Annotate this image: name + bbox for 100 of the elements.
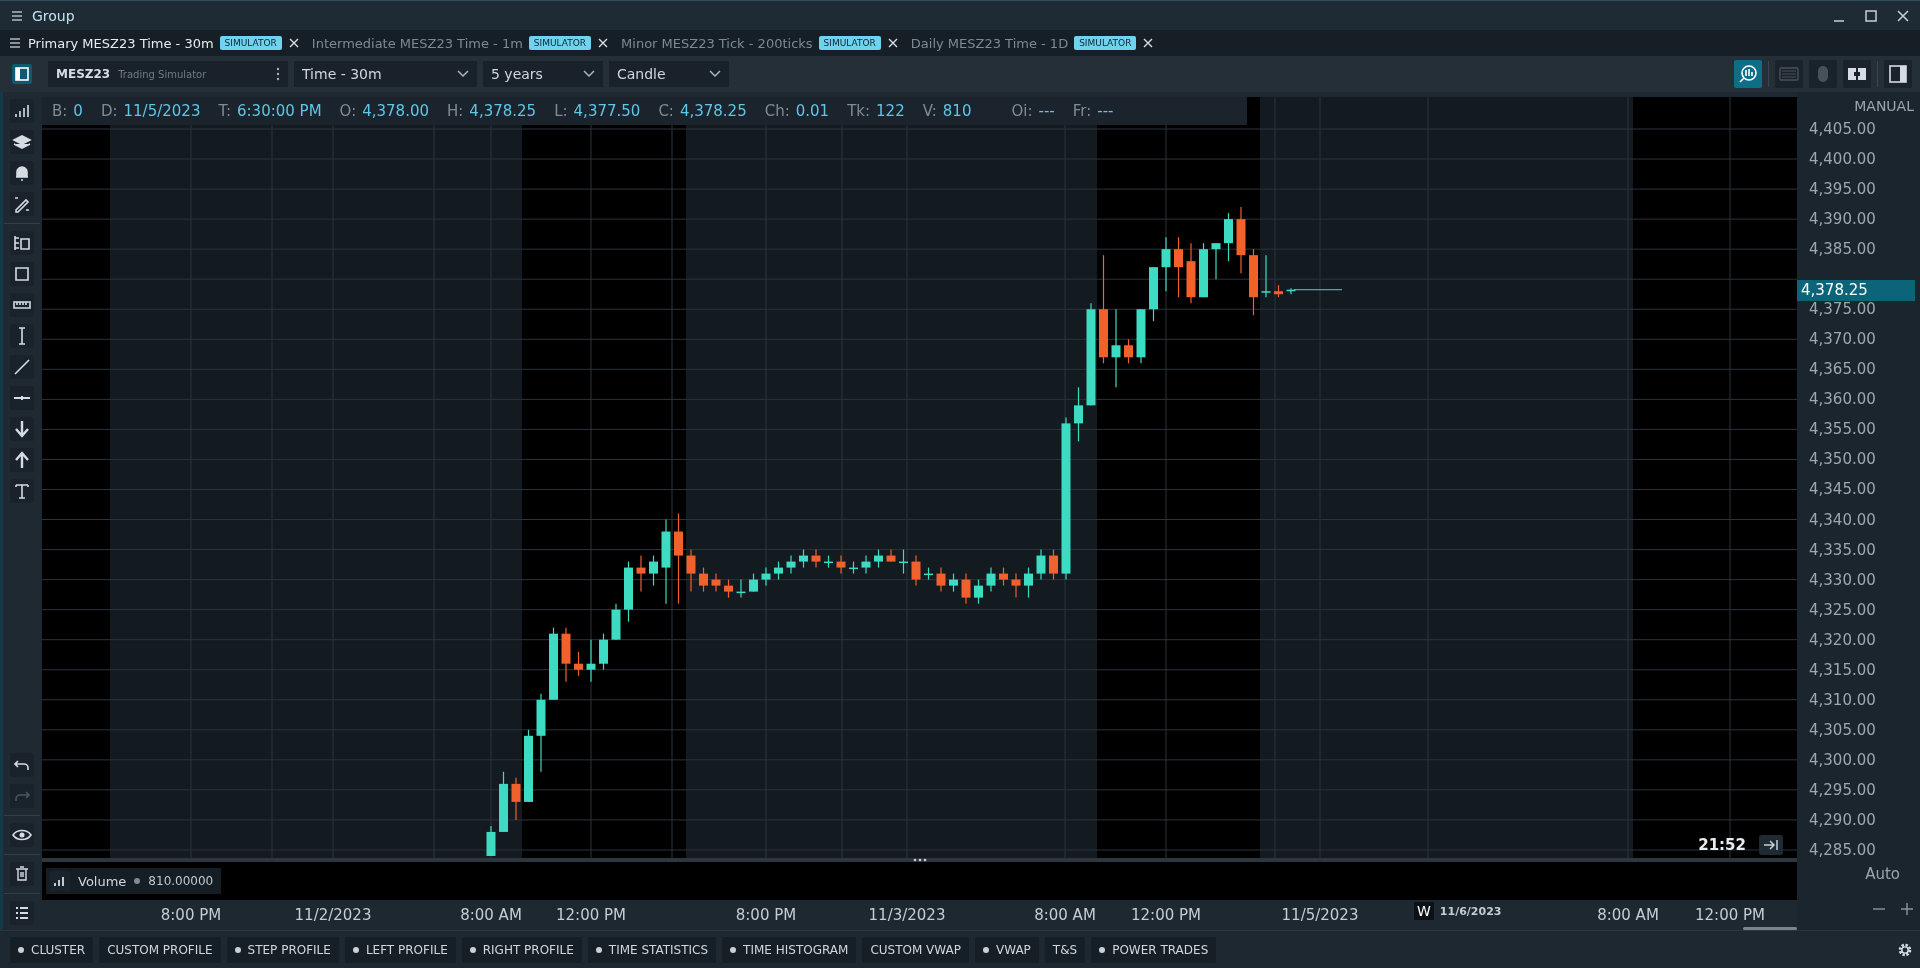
price-label: 4,395.00	[1809, 180, 1876, 199]
chart-type-dropdown[interactable]: Candle	[609, 61, 729, 87]
indicator-tab[interactable]: CUSTOM VWAP	[862, 936, 969, 963]
indicator-tab[interactable]: CUSTOM PROFILE	[99, 936, 221, 963]
field-label: C:	[658, 102, 674, 120]
hline-tool-icon[interactable]	[9, 386, 34, 410]
chart-tab[interactable]: Intermediate MESZ23 Time - 1m	[311, 35, 523, 51]
indicator-value: 810.00000	[148, 874, 214, 888]
scale-mode[interactable]: MANUAL	[1854, 98, 1914, 114]
time-label: 11/2/2023	[294, 906, 372, 924]
window-title: Group	[32, 7, 75, 24]
pencil-tool-icon[interactable]	[9, 192, 34, 216]
menu-icon[interactable]	[10, 8, 24, 23]
candlestick-series[interactable]	[486, 206, 1296, 857]
time-label: 8:00 PM	[735, 906, 797, 924]
price-label: 4,315.00	[1809, 660, 1876, 679]
vline-tool-icon[interactable]	[9, 324, 34, 348]
field-value: ---	[1097, 102, 1114, 120]
field-label: Oi:	[1011, 102, 1033, 120]
field-value: ---	[1038, 102, 1055, 120]
indicator-tab[interactable]: TIME STATISTICS	[587, 936, 717, 963]
chart-tab[interactable]: Daily MESZ23 Time - 1D	[910, 35, 1069, 51]
close-icon[interactable]	[1896, 8, 1910, 23]
trash-icon[interactable]	[9, 862, 34, 886]
range-dropdown[interactable]: 5 years	[483, 61, 603, 87]
layers-tool-icon[interactable]	[9, 130, 34, 154]
indicator-tool-icon[interactable]	[9, 99, 34, 123]
resize-handle-icon[interactable]	[912, 858, 927, 862]
dot-icon	[134, 878, 141, 884]
time-label: 12:00 PM	[1131, 906, 1201, 924]
indicator-tab[interactable]: STEP PROFILE	[226, 936, 339, 963]
close-icon[interactable]	[597, 37, 610, 49]
field-label: H:	[447, 102, 464, 120]
undo-icon[interactable]	[9, 753, 34, 777]
timeframe-dropdown[interactable]: Time - 30m	[294, 61, 477, 87]
indicator-tab[interactable]: RIGHT PROFILE	[461, 936, 582, 963]
list-icon[interactable]	[9, 901, 34, 925]
field-label: L:	[554, 102, 568, 120]
time-label: 8:00 AM	[1597, 906, 1659, 924]
menu-icon[interactable]	[8, 36, 22, 50]
price-label: 4,405.00	[1809, 120, 1876, 138]
time-label: 11/5/2023	[1281, 906, 1359, 924]
price-label: 4,285.00	[1809, 840, 1876, 859]
price-label: 4,310.00	[1809, 690, 1876, 709]
chart-tab[interactable]: Minor MESZ23 Tick - 200ticks	[621, 35, 813, 51]
indicator-tab[interactable]: POWER TRADES	[1091, 936, 1217, 963]
field-value: 4,378.25	[469, 102, 537, 120]
simulator-badge: SIMULATOR	[1074, 36, 1137, 50]
week-marker: W	[1414, 902, 1434, 920]
week-date: 11/6/2023	[1439, 904, 1502, 918]
indicator-tab[interactable]: CLUSTER	[10, 936, 94, 963]
field-label: Tk:	[847, 102, 871, 120]
close-icon[interactable]	[1142, 37, 1155, 49]
auto-scale-toggle[interactable]: Auto	[1865, 865, 1900, 883]
down-tool-icon[interactable]	[9, 417, 34, 441]
layout-icon[interactable]	[1843, 60, 1871, 88]
indicator-icon[interactable]	[50, 871, 70, 891]
current-price-marker: 4,378.25	[1797, 279, 1915, 301]
field-label: T:	[218, 102, 231, 120]
scroll-thumb[interactable]	[1743, 927, 1797, 930]
up-tool-icon[interactable]	[9, 448, 34, 472]
eye-icon[interactable]	[9, 823, 34, 847]
symbol-selector[interactable]: MESZ23 Trading Simulator	[48, 61, 288, 87]
field-value: 0.01	[795, 102, 830, 120]
sidebar-toggle-icon[interactable]	[12, 64, 32, 84]
simulator-badge: SIMULATOR	[219, 36, 282, 50]
field-value: 122	[876, 102, 905, 120]
caret-icon	[709, 70, 721, 78]
zoom-in-icon[interactable]	[1900, 902, 1914, 916]
chart-tab[interactable]: Primary MESZ23 Time - 30m	[28, 35, 214, 51]
indicator-tab[interactable]: VWAP	[974, 936, 1039, 963]
price-label: 4,320.00	[1809, 630, 1876, 649]
line-tool-icon[interactable]	[9, 355, 34, 379]
indicator-tab[interactable]: T&S	[1044, 936, 1086, 963]
caret-icon	[457, 70, 469, 78]
time-label: 8:00 AM	[1034, 906, 1096, 924]
ruler-tool-icon[interactable]	[9, 293, 34, 317]
indicator-tab[interactable]: TIME HISTOGRAM	[722, 936, 857, 963]
price-label: 4,335.00	[1809, 540, 1876, 559]
text-tool-icon[interactable]	[9, 479, 34, 503]
indicator-tab[interactable]: LEFT PROFILE	[344, 936, 456, 963]
more-icon[interactable]	[276, 67, 280, 81]
close-icon[interactable]	[287, 37, 300, 49]
maximize-icon[interactable]	[1864, 8, 1878, 23]
time-label: 12:00 PM	[1695, 906, 1765, 924]
field-value: 4,378.00	[362, 102, 429, 120]
rectangle-tool-icon[interactable]	[9, 262, 34, 286]
search-icon[interactable]	[1734, 60, 1762, 88]
close-icon[interactable]	[886, 37, 899, 49]
price-label: 4,390.00	[1809, 210, 1876, 229]
price-label: 4,355.00	[1809, 420, 1876, 439]
panel-icon[interactable]	[1884, 60, 1912, 88]
time-label: 11/3/2023	[868, 906, 946, 924]
template-tool-icon[interactable]	[9, 231, 34, 255]
scroll-to-end-icon[interactable]	[1759, 835, 1783, 855]
field-value: 6:30:00 PM	[237, 102, 322, 120]
price-label: 4,350.00	[1809, 450, 1876, 469]
price-label: 4,365.00	[1809, 360, 1876, 379]
time-label: 8:00 PM	[160, 906, 222, 924]
bell-tool-icon[interactable]	[9, 161, 34, 185]
